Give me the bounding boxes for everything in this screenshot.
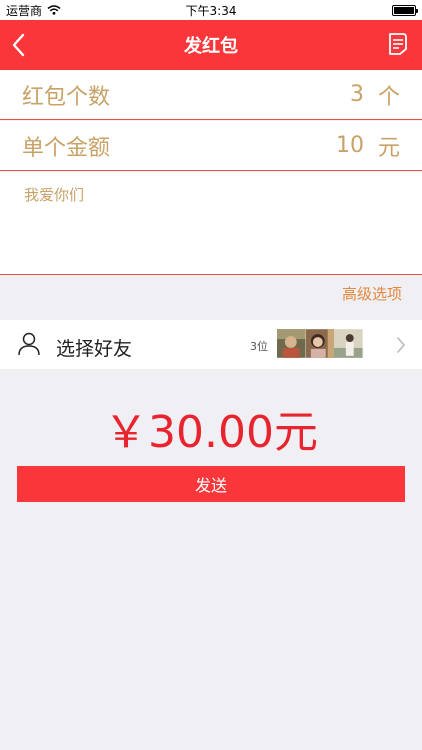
amount-label: 单个金额 <box>22 135 111 161</box>
person-icon <box>18 332 40 356</box>
amount-value-group[interactable]: 10 元 <box>336 130 400 162</box>
friends-count: 3位 <box>250 340 268 353</box>
nav-bar: 发红包 <box>0 20 422 70</box>
status-bar: 运营商 下午3:34 <box>0 0 422 20</box>
chevron-left-icon[interactable] <box>10 33 28 57</box>
total-amount: ￥30.00元 <box>104 407 318 458</box>
chevron-right-icon <box>397 337 406 353</box>
carrier-label: 运营商 <box>6 3 43 18</box>
count-unit: 个 <box>377 84 400 110</box>
friend-avatars <box>277 329 363 358</box>
send-button[interactable]: 发送 <box>17 466 405 502</box>
status-time: 下午3:34 <box>185 3 237 18</box>
wifi-icon <box>47 5 61 15</box>
select-friends-label: 选择好友 <box>56 338 133 360</box>
count-label: 红包个数 <box>22 84 111 110</box>
single-amount-row[interactable]: 单个金额 10 元 <box>0 121 422 171</box>
avatar <box>334 329 363 358</box>
amount-value[interactable]: 10 <box>336 133 364 158</box>
message-text[interactable]: 我爱你们 <box>24 186 84 204</box>
avatar <box>305 329 335 358</box>
count-value[interactable]: 3 <box>350 82 364 107</box>
advanced-options-link[interactable]: 高级选项 <box>342 283 402 304</box>
battery-icon <box>392 4 418 16</box>
amount-unit: 元 <box>377 135 400 161</box>
avatar <box>277 329 306 358</box>
status-left: 运营商 <box>6 2 61 19</box>
count-value-group[interactable]: 3 个 <box>350 79 400 111</box>
document-icon[interactable] <box>388 32 408 56</box>
page-title: 发红包 <box>184 36 238 57</box>
message-field[interactable]: 我爱你们 <box>0 172 422 275</box>
red-packet-count-row[interactable]: 红包个数 3 个 <box>0 70 422 120</box>
